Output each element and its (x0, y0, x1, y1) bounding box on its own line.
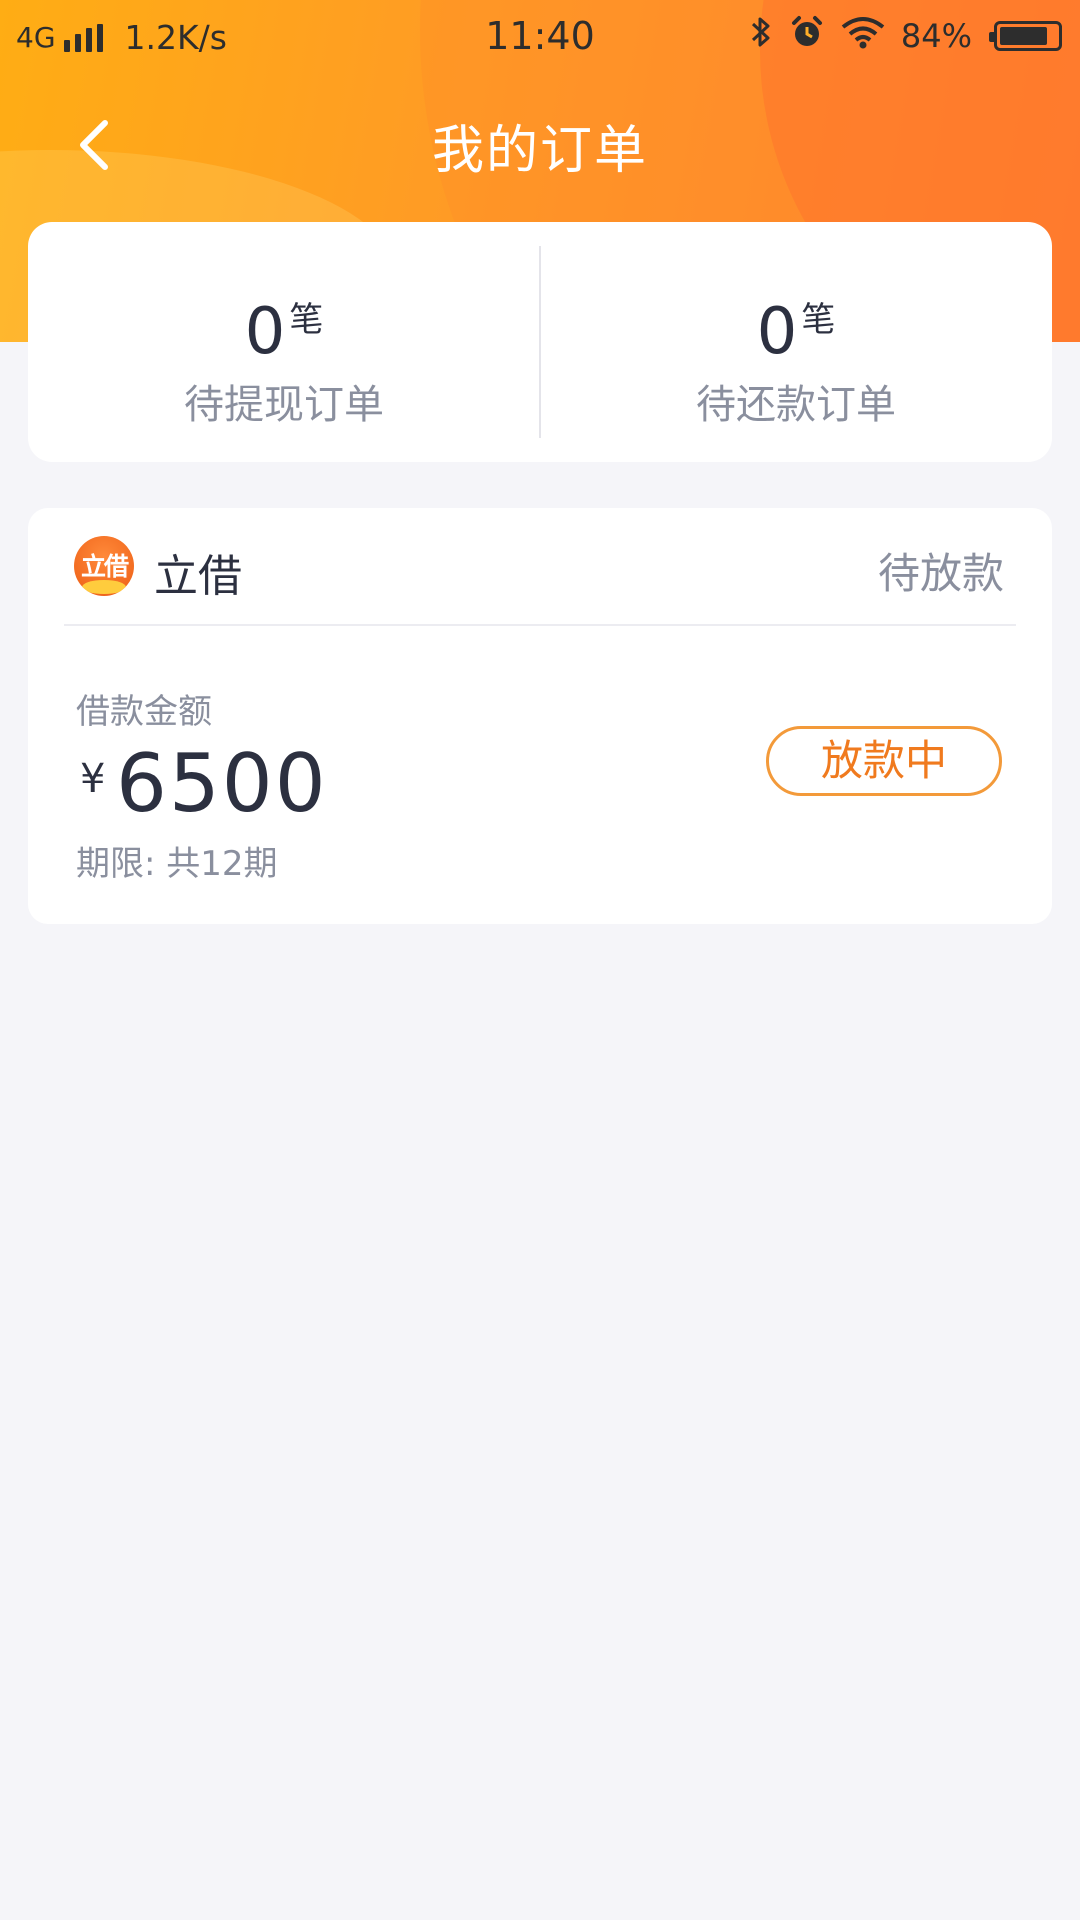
status-bar: 4G 1.2K/s 11:40 84% (0, 0, 1080, 74)
loan-term: 期限: 共12期 (76, 844, 278, 884)
alarm-icon (789, 14, 825, 58)
pending-repay-summary[interactable]: 0笔 待还款订单 (540, 222, 1052, 462)
disbursing-status-button[interactable]: 放款中 (766, 726, 1002, 796)
battery-percent: 84% (900, 17, 972, 55)
status-bar-right: 84% (749, 14, 1062, 58)
lender-logo: 立借 (74, 536, 134, 596)
pending-repay-count-line: 0笔 (540, 292, 1052, 364)
loan-amount-label: 借款金额 (76, 692, 212, 732)
lender-name: 立借 (154, 551, 242, 602)
loan-amount: 6500 (116, 737, 328, 830)
pending-withdraw-count-line: 0笔 (28, 292, 540, 364)
currency-symbol: ¥ (80, 756, 106, 802)
pending-withdraw-summary[interactable]: 0笔 待提现订单 (28, 222, 540, 462)
order-summary-card: 0笔 待提现订单 0笔 待还款订单 (28, 222, 1052, 462)
battery-icon (989, 21, 1062, 51)
page-title: 我的订单 (431, 121, 648, 181)
bluetooth-icon (749, 14, 773, 58)
wifi-icon (841, 15, 885, 57)
order-card[interactable]: 立借 立借 待放款 借款金额 ¥ 6500 期限: 共12期 放款中 (28, 508, 1052, 924)
pending-repay-label: 待还款订单 (696, 382, 896, 428)
pending-withdraw-count: 0 (244, 295, 286, 369)
battery-level (1000, 27, 1047, 45)
lender-logo-text: 立借 (80, 552, 129, 581)
pending-repay-unit: 笔 (801, 300, 836, 340)
pending-repay-count: 0 (756, 295, 798, 369)
pending-withdraw-label: 待提现订单 (184, 382, 384, 428)
pending-withdraw-unit: 笔 (289, 300, 324, 340)
order-status: 待放款 (877, 549, 1004, 598)
card-divider (64, 624, 1016, 626)
